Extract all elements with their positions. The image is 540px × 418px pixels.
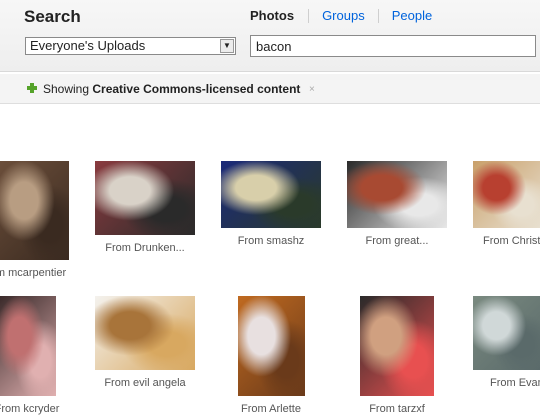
photo-caption[interactable]: From Evan xyxy=(468,377,540,389)
photo-caption[interactable]: From Arlette xyxy=(216,403,326,415)
cc-notice-bar: Showing Creative Commons-licensed conten… xyxy=(0,74,540,104)
photo-thumbnail[interactable] xyxy=(221,161,321,228)
photo-thumbnail[interactable] xyxy=(238,296,305,396)
photo-thumbnail[interactable] xyxy=(95,296,195,370)
tab-groups[interactable]: Groups xyxy=(308,9,378,23)
photo-thumbnail[interactable] xyxy=(95,161,195,235)
search-header: Search Photos Groups People Everyone's Upl… xyxy=(0,0,540,72)
photo-thumbnail[interactable] xyxy=(473,296,540,370)
photo-thumbnail[interactable] xyxy=(360,296,434,396)
photo-caption[interactable]: From smashz xyxy=(216,235,326,247)
photo-caption[interactable]: From tarzxf xyxy=(342,403,452,415)
photo-caption[interactable]: From Drunken... xyxy=(90,242,200,254)
search-input[interactable] xyxy=(250,35,536,57)
search-scope-select[interactable]: Everyone's Uploads ▼ xyxy=(25,37,236,55)
photo-caption[interactable]: m mcarpentier xyxy=(0,267,72,279)
close-icon[interactable]: × xyxy=(309,84,315,95)
tab-photos[interactable]: Photos xyxy=(250,9,308,23)
photo-caption[interactable]: From Christ xyxy=(468,235,540,247)
tab-people[interactable]: People xyxy=(377,9,445,23)
photo-thumbnail[interactable] xyxy=(347,161,447,228)
photo-thumbnail[interactable] xyxy=(473,161,540,228)
search-scope-value: Everyone's Uploads xyxy=(30,38,146,53)
photo-thumbnail[interactable] xyxy=(0,161,69,260)
photo-caption[interactable]: From great... xyxy=(342,235,452,247)
photo-caption[interactable]: From evil angela xyxy=(90,377,200,389)
cc-notice-text: Showing Creative Commons-licensed conten… xyxy=(43,82,301,96)
cc-notice-strong: Creative Commons-licensed content xyxy=(92,82,301,96)
photo-thumbnail[interactable] xyxy=(0,296,56,396)
chevron-down-icon[interactable]: ▼ xyxy=(220,39,234,53)
search-tabs: Photos Groups People xyxy=(250,8,445,23)
plus-icon xyxy=(27,83,37,93)
search-title: Search xyxy=(24,7,81,26)
photo-caption[interactable]: From kcryder xyxy=(0,403,62,415)
